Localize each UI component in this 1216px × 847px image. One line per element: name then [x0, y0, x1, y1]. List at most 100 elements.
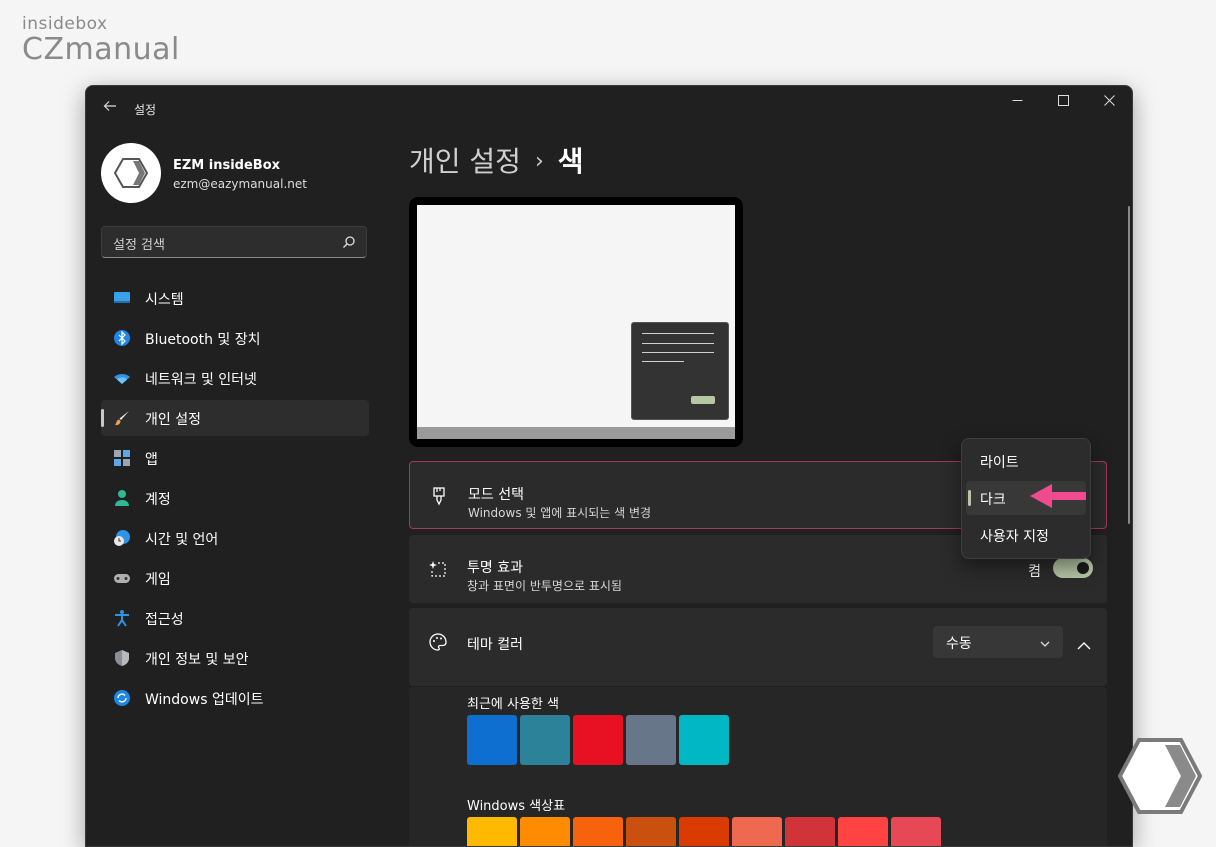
color-swatch[interactable]	[679, 715, 729, 765]
transparency-title: 투명 효과	[467, 560, 523, 576]
sidebar-item-label: 게임	[145, 572, 171, 588]
watermark-line2: CZmanual	[22, 32, 180, 67]
update-icon	[113, 689, 131, 707]
breadcrumb-parent[interactable]: 개인 설정	[409, 145, 521, 178]
windows-palette	[467, 817, 941, 846]
minimize-icon[interactable]	[994, 86, 1040, 118]
monitor-icon	[113, 289, 131, 307]
sidebar-item-accounts[interactable]: 계정	[101, 480, 369, 516]
sidebar-item-label: Windows 업데이트	[145, 692, 264, 708]
sidebar-item-label: 시간 및 언어	[145, 532, 219, 548]
profile-email: ezm@eazymanual.net	[173, 177, 307, 191]
palette-icon	[428, 632, 448, 652]
theme-color-select[interactable]: 수동	[933, 626, 1063, 658]
paint-brush-icon	[429, 486, 449, 506]
color-swatch[interactable]	[838, 817, 888, 846]
bluetooth-icon	[113, 329, 131, 347]
color-swatch[interactable]	[626, 715, 676, 765]
theme-color-value: 수동	[946, 636, 972, 652]
toggle-knob	[1077, 562, 1089, 574]
preview-taskbar	[417, 427, 735, 439]
sidebar-item-label: 네트워크 및 인터넷	[145, 372, 257, 388]
mode-option-label: 사용자 지정	[980, 529, 1049, 545]
gamepad-icon	[113, 569, 131, 587]
sidebar-item-gaming[interactable]: 게임	[101, 560, 369, 596]
theme-color-body: 최근에 사용한 색 Windows 색상표	[409, 687, 1107, 846]
sidebar-item-label: 시스템	[145, 292, 184, 308]
accessibility-icon	[113, 609, 131, 627]
color-swatch[interactable]	[891, 817, 941, 846]
search-input[interactable]: 설정 검색	[101, 226, 367, 258]
sidebar-item-label: 앱	[145, 452, 158, 468]
person-icon	[113, 489, 131, 507]
sidebar-item-apps[interactable]: 앱	[101, 440, 369, 476]
color-swatch[interactable]	[573, 715, 623, 765]
theme-color-card: 테마 컬러 수동	[409, 608, 1107, 686]
maximize-icon[interactable]	[1040, 86, 1086, 118]
sidebar-item-bluetooth[interactable]: Bluetooth 및 장치	[101, 320, 369, 356]
color-swatch[interactable]	[626, 817, 676, 846]
shield-icon	[113, 649, 131, 667]
transparency-subtitle: 창과 표면이 반투명으로 표시됨	[467, 579, 622, 593]
close-icon[interactable]	[1086, 86, 1132, 118]
color-swatch[interactable]	[732, 817, 782, 846]
color-swatch[interactable]	[520, 715, 570, 765]
transparency-toggle[interactable]	[1053, 558, 1093, 578]
mode-subtitle: Windows 및 앱에 표시되는 색 변경	[468, 506, 652, 520]
sidebar-item-privacy[interactable]: 개인 정보 및 보안	[101, 640, 369, 676]
annotation-arrow-icon	[1030, 484, 1086, 508]
color-swatch[interactable]	[520, 817, 570, 846]
watermark-line1: insidebox	[22, 14, 108, 34]
app-title: 설정	[134, 103, 157, 117]
sidebar-item-label: 개인 정보 및 보안	[145, 652, 249, 668]
breadcrumb: 개인 설정 › 색	[409, 140, 584, 180]
chevron-down-icon	[1039, 635, 1051, 654]
title-bar: 설정	[86, 86, 1132, 132]
sparkle-icon	[428, 559, 448, 579]
profile-name: EZM insideBox	[173, 158, 281, 173]
hexagon-logo-icon	[114, 158, 148, 188]
sidebar-item-label: Bluetooth 및 장치	[145, 332, 261, 348]
sidebar-item-label: 접근성	[145, 612, 184, 628]
color-swatch[interactable]	[573, 817, 623, 846]
sidebar-item-personalization[interactable]: 개인 설정	[101, 400, 369, 436]
color-swatch[interactable]	[679, 817, 729, 846]
sidebar-item-accessibility[interactable]: 접근성	[101, 600, 369, 636]
back-arrow-icon[interactable]	[100, 98, 120, 118]
recent-colors-label: 최근에 사용한 색	[467, 697, 559, 712]
sidebar-item-system[interactable]: 시스템	[101, 280, 369, 316]
mode-option-label: 다크	[980, 492, 1006, 508]
sidebar-item-network[interactable]: 네트워크 및 인터넷	[101, 360, 369, 396]
preview-window	[631, 322, 729, 420]
sidebar-item-label: 계정	[145, 492, 171, 508]
sidebar-item-label: 개인 설정	[145, 412, 201, 428]
breadcrumb-separator: ›	[534, 149, 544, 174]
chevron-up-icon[interactable]	[1077, 636, 1091, 655]
page-title: 색	[557, 145, 584, 178]
palette-label: Windows 색상표	[467, 799, 566, 814]
color-swatch[interactable]	[467, 715, 517, 765]
mode-option-light[interactable]: 라이트	[966, 444, 1086, 478]
mode-option-label: 라이트	[980, 455, 1019, 471]
watermark: insidebox CZmanual	[22, 14, 180, 66]
color-swatch[interactable]	[467, 817, 517, 846]
brush-icon	[113, 409, 131, 427]
globe-clock-icon	[113, 529, 131, 547]
apps-icon	[113, 449, 131, 467]
sidebar-nav: 시스템 Bluetooth 및 장치 네트워크 및 인터넷 개인 설정 앱 계정…	[101, 280, 369, 720]
color-swatch[interactable]	[785, 817, 835, 846]
mode-title: 모드 선택	[468, 487, 524, 503]
search-placeholder: 설정 검색	[113, 238, 165, 253]
sidebar-item-windows-update[interactable]: Windows 업데이트	[101, 680, 369, 716]
preview-screen	[417, 205, 735, 439]
recent-colors	[467, 715, 729, 765]
theme-color-title: 테마 컬러	[467, 637, 523, 653]
mode-option-custom[interactable]: 사용자 지정	[966, 518, 1086, 552]
scrollbar[interactable]	[1128, 206, 1130, 524]
theme-preview	[409, 197, 743, 447]
search-icon[interactable]	[342, 234, 356, 253]
avatar	[101, 143, 161, 203]
hexagon-logo-icon	[1117, 738, 1203, 814]
wifi-icon	[113, 369, 131, 387]
sidebar-item-time-language[interactable]: 시간 및 언어	[101, 520, 369, 556]
